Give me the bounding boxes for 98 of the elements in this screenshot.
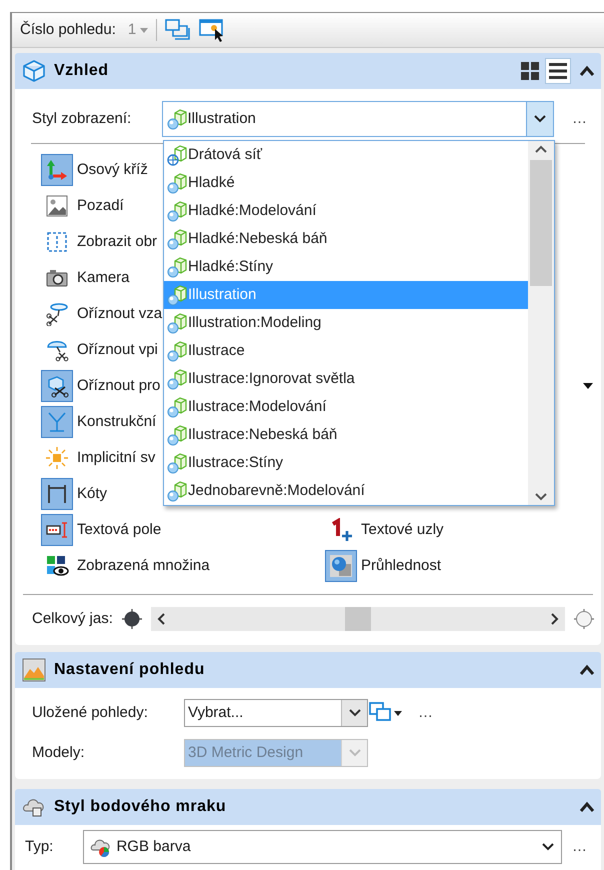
chevron-down-icon bbox=[348, 709, 360, 717]
dropdown-option[interactable]: Hladké bbox=[164, 169, 528, 197]
scroll-left-icon bbox=[156, 613, 165, 625]
tool-label: Kóty bbox=[77, 484, 108, 504]
axes-icon bbox=[45, 158, 69, 182]
view-number-label: Číslo pohledu: bbox=[20, 20, 116, 40]
dashed-frame-icon bbox=[45, 230, 69, 254]
collapse-icon bbox=[579, 664, 595, 676]
sun-icon bbox=[45, 446, 69, 470]
caret-icon bbox=[583, 383, 593, 389]
tool-label: Oříznout vza bbox=[77, 304, 162, 324]
saved-views-dropdown[interactable]: Vybrat... bbox=[184, 699, 368, 727]
dropdown-option[interactable]: Ilustrace:Nebeská báň bbox=[164, 421, 528, 449]
tool-label: Oříznout pro bbox=[77, 376, 160, 396]
dropdown-option[interactable]: Ilustrace bbox=[164, 337, 528, 365]
section-title: Nastavení pohledu bbox=[54, 660, 205, 680]
light-sun-icon bbox=[573, 608, 595, 630]
scissors-icon bbox=[45, 338, 69, 362]
dimension-icon bbox=[45, 482, 69, 506]
tool-label: Konstrukční bbox=[77, 412, 156, 432]
section-title: Vzhled bbox=[54, 61, 109, 81]
tool-label: Průhlednost bbox=[361, 556, 442, 576]
tool-label: Oříznout vpi bbox=[77, 340, 158, 360]
wireframe-icon bbox=[167, 144, 187, 166]
shaded-cube-icon bbox=[167, 480, 187, 502]
dropdown-option[interactable]: Ilustrace:Stíny bbox=[164, 449, 528, 477]
more-button[interactable]: … bbox=[414, 702, 437, 724]
dropdown-option[interactable]: Jednobarevně:Modelování bbox=[164, 477, 528, 505]
window-cursor-icon bbox=[199, 18, 226, 42]
dropdown-option[interactable]: Hladké:Stíny bbox=[164, 253, 528, 281]
caret-icon bbox=[394, 710, 402, 716]
dark-sun-icon bbox=[120, 608, 143, 630]
chevron-down-icon bbox=[542, 843, 554, 851]
shaded-cube-icon bbox=[167, 284, 187, 306]
chevron-down-icon bbox=[348, 749, 360, 757]
scroll-down-icon bbox=[535, 493, 547, 501]
section-header[interactable]: Vzhled bbox=[15, 53, 601, 89]
dropdown-option[interactable]: Illustration:Modeling bbox=[164, 309, 528, 337]
field-label: Typ: bbox=[25, 836, 54, 857]
type-dropdown[interactable]: RGB barva bbox=[83, 830, 562, 864]
dropdown-option[interactable]: Hladké:Modelování bbox=[164, 197, 528, 225]
dropdown-option[interactable]: Ilustrace:Modelování bbox=[164, 393, 528, 421]
tool-label: Textová pole bbox=[77, 520, 162, 540]
field-label: Styl zobrazení: bbox=[32, 108, 132, 129]
scrollbar[interactable] bbox=[528, 141, 554, 505]
tool-label: Textové uzly bbox=[361, 520, 444, 540]
shaded-cube-icon bbox=[167, 228, 187, 250]
shaded-cube-icon bbox=[167, 396, 187, 418]
chevron-down-icon bbox=[534, 115, 546, 123]
shaded-cube-icon bbox=[167, 368, 187, 390]
more-button[interactable]: … bbox=[568, 108, 592, 130]
caret-icon bbox=[140, 28, 148, 32]
shaded-cube-icon bbox=[167, 424, 187, 446]
tool-label: Kamera bbox=[77, 268, 130, 288]
field-label: Celkový jas: bbox=[32, 608, 113, 629]
shaded-cube-icon bbox=[167, 172, 187, 194]
toggle-button[interactable] bbox=[41, 154, 73, 186]
shaded-cube-icon bbox=[167, 256, 187, 278]
landscape-icon bbox=[22, 658, 46, 682]
collapse-icon bbox=[579, 65, 595, 77]
shaded-cube-icon bbox=[167, 340, 187, 362]
toggle-button[interactable] bbox=[41, 478, 73, 510]
shaded-cube-icon bbox=[167, 312, 187, 334]
field-label: Uložené pohledy: bbox=[32, 702, 149, 723]
toggle-button[interactable] bbox=[41, 370, 73, 402]
shaded-cube-icon bbox=[166, 108, 187, 130]
tool-label: Zobrazit obr bbox=[77, 232, 158, 252]
section-header[interactable]: Nastavení pohledu bbox=[15, 652, 601, 688]
dropdown-option[interactable]: Ilustrace:Ignorovat světla bbox=[164, 365, 528, 393]
section-title: Styl bodového mraku bbox=[54, 797, 226, 817]
shaded-cube-icon bbox=[167, 452, 187, 474]
toggle-button[interactable] bbox=[325, 550, 357, 582]
toggle-button[interactable] bbox=[41, 514, 73, 546]
tool-label: Zobrazená množina bbox=[77, 556, 210, 576]
image-icon bbox=[45, 194, 69, 218]
list-view-button[interactable] bbox=[545, 58, 571, 84]
scissors-icon bbox=[45, 302, 69, 326]
grid-eye-icon bbox=[45, 554, 69, 578]
shaded-cube-icon bbox=[167, 200, 187, 222]
tool-label: Pozadí bbox=[77, 196, 124, 216]
toggle-button[interactable] bbox=[41, 406, 73, 438]
field-label: Modely: bbox=[32, 742, 86, 763]
windows-icon bbox=[165, 18, 192, 42]
brightness-slider[interactable] bbox=[150, 607, 565, 631]
more-button[interactable]: … bbox=[568, 836, 591, 858]
scroll-right-icon bbox=[551, 613, 559, 625]
dropdown-option[interactable]: Hladké:Nebeská báň bbox=[164, 225, 528, 253]
number-plus-icon bbox=[329, 518, 353, 542]
tool-label: Osový kříž bbox=[77, 160, 148, 180]
tool-label: Implicitní sv bbox=[77, 448, 156, 468]
sphere-square-icon bbox=[329, 554, 353, 578]
cube-icon bbox=[22, 59, 46, 83]
section-header[interactable]: Styl bodového mraku bbox=[15, 789, 601, 825]
display-style-dropdown[interactable]: Illustration bbox=[162, 101, 554, 137]
collapse-icon bbox=[579, 801, 595, 813]
scroll-up-icon bbox=[535, 145, 547, 153]
slider-thumb[interactable] bbox=[344, 607, 371, 631]
dropdown-option[interactable]: Drátová síť bbox=[164, 141, 528, 169]
